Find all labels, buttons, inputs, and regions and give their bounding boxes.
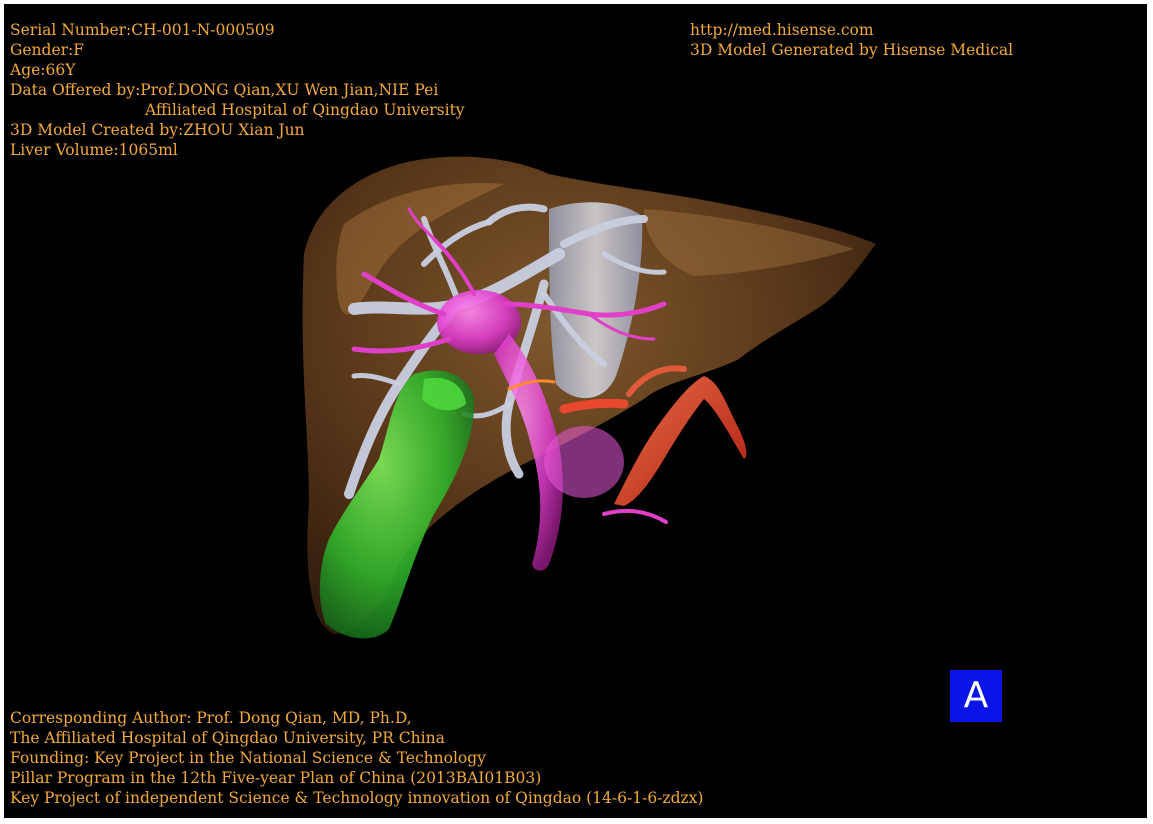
- model-viewport[interactable]: Serial Number:CH-001-N-000509 Gender:F A…: [4, 4, 1147, 818]
- gender: Gender:F: [10, 41, 85, 59]
- age: Age:66Y: [10, 61, 76, 79]
- view-label-badge: A: [950, 670, 1002, 722]
- key-project: Key Project of independent Science & Tec…: [10, 789, 704, 807]
- serial-number: Serial Number:CH-001-N-000509: [10, 21, 275, 39]
- funding-info: Corresponding Author: Prof. Dong Qian, M…: [10, 708, 703, 808]
- website-url: http://med.hisense.com: [690, 21, 874, 39]
- affiliation: The Affiliated Hospital of Qingdao Unive…: [10, 729, 445, 747]
- pillar-program: Pillar Program in the 12th Five-year Pla…: [10, 769, 542, 787]
- generator-credit: 3D Model Generated by Hisense Medical: [690, 41, 1014, 59]
- model-created-by: 3D Model Created by:ZHOU Xian Jun: [10, 121, 305, 139]
- patient-info: Serial Number:CH-001-N-000509 Gender:F A…: [10, 20, 465, 160]
- portal-vein-sinus: [544, 426, 624, 498]
- corresponding-author: Corresponding Author: Prof. Dong Qian, M…: [10, 709, 412, 727]
- liver-volume: Liver Volume:1065ml: [10, 141, 178, 159]
- hospital-name: Affiliated Hospital of Qingdao Universit…: [145, 101, 465, 119]
- generator-info: http://med.hisense.com 3D Model Generate…: [690, 20, 1013, 60]
- data-offered-by: Data Offered by:Prof.DONG Qian,XU Wen Ji…: [10, 81, 439, 99]
- screenshot-frame: Serial Number:CH-001-N-000509 Gender:F A…: [0, 0, 1153, 824]
- founding-project: Founding: Key Project in the National Sc…: [10, 749, 486, 767]
